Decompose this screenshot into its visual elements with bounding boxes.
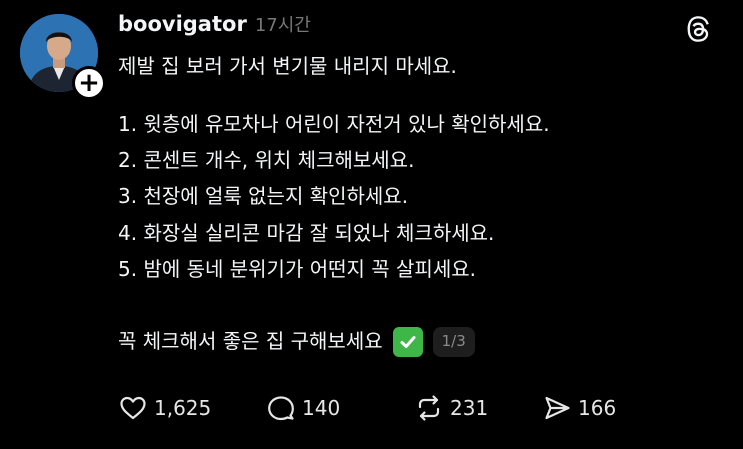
repost-count: 231 bbox=[450, 396, 489, 420]
timestamp[interactable]: 17시간 bbox=[255, 11, 311, 37]
like-button[interactable]: 1,625 bbox=[118, 393, 266, 423]
send-icon bbox=[545, 396, 570, 420]
repost-icon bbox=[418, 395, 440, 421]
heart-icon bbox=[120, 396, 146, 420]
reply-count: 140 bbox=[302, 396, 341, 420]
plus-icon: + bbox=[78, 68, 100, 98]
avatar-container: + bbox=[20, 14, 106, 100]
username[interactable]: boovigator bbox=[118, 12, 247, 36]
check-mark-emoji-icon bbox=[392, 326, 423, 357]
checklist-item-5: 5. 밤에 동네 분위기가 어떤지 꼭 살피세요. bbox=[118, 257, 476, 281]
post-outro: 꼭 체크해서 좋은 집 구해보세요 1/3 bbox=[118, 326, 475, 357]
thread-post: + boovigator 17시간 제발 집 보러 가서 변기물 내리지 마세요… bbox=[0, 0, 743, 449]
media-page-indicator: 1/3 bbox=[432, 326, 475, 357]
post-outro-text: 꼭 체크해서 좋은 집 구해보세요 bbox=[118, 329, 383, 353]
share-count: 166 bbox=[578, 396, 617, 420]
like-count: 1,625 bbox=[154, 396, 212, 420]
checklist-item-1: 1. 윗층에 유모차나 어린이 자전거 있나 확인하세요. bbox=[118, 112, 550, 136]
post-intro: 제발 집 보러 가서 변기물 내리지 마세요. bbox=[118, 54, 457, 78]
action-bar: 1,625 140 231 166 bbox=[118, 392, 616, 424]
threads-logo-icon[interactable] bbox=[684, 15, 712, 43]
checklist-item-2: 2. 콘센트 개수, 위치 체크해보세요. bbox=[118, 148, 415, 172]
reply-button[interactable]: 140 bbox=[266, 393, 414, 423]
checklist-item-3: 3. 천장에 얼룩 없는지 확인하세요. bbox=[118, 184, 409, 208]
repost-button[interactable]: 231 bbox=[414, 393, 542, 423]
checklist-item-4: 4. 화장실 실리콘 마감 잘 되었나 체크하세요. bbox=[118, 221, 495, 245]
share-button[interactable]: 166 bbox=[542, 393, 616, 423]
comment-bubble-icon bbox=[268, 396, 294, 421]
follow-button[interactable]: + bbox=[72, 66, 106, 100]
post-header: boovigator 17시간 bbox=[118, 8, 311, 40]
